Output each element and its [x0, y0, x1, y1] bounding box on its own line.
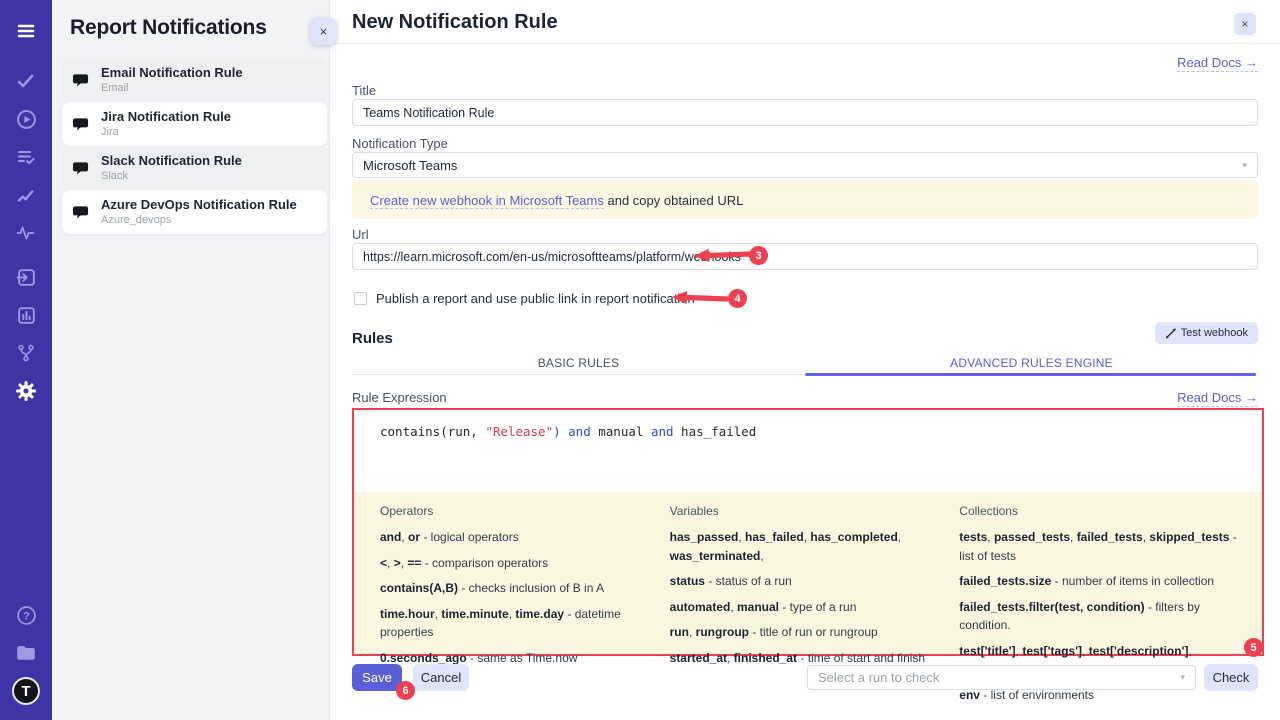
- list-item-email-rule[interactable]: Email Notification RuleEmail: [62, 58, 327, 102]
- gear-icon[interactable]: [0, 372, 52, 410]
- steps-icon[interactable]: [0, 176, 52, 214]
- rule-title: Slack Notification Rule: [101, 153, 242, 169]
- title-label: Title: [352, 83, 376, 98]
- help-line: failed_tests.size - number of items in c…: [959, 572, 1240, 591]
- notification-type-label: Notification Type: [352, 136, 448, 151]
- chevron-down-icon: ▾: [1180, 672, 1185, 683]
- publish-report-checkbox[interactable]: [354, 292, 367, 305]
- rule-subtitle: Jira: [101, 125, 231, 139]
- annotation-badge-5: 5: [1244, 638, 1263, 657]
- help-line: has_passed, has_failed, has_completed, w…: [670, 528, 938, 565]
- help-line: automated, manual - type of a run: [670, 598, 938, 617]
- new-notification-rule-dialog: New Notification Rule × Read Docs → Titl…: [330, 0, 1280, 720]
- run-to-check-select[interactable]: Select a run to check ▾: [807, 665, 1196, 690]
- tab-advanced-rules-engine[interactable]: ADVANCED RULES ENGINE: [805, 352, 1258, 374]
- annotation-badge-4: 4: [728, 289, 747, 308]
- list-item-jira-rule[interactable]: Jira Notification RuleJira: [62, 102, 327, 146]
- rule-expression-label: Rule Expression: [352, 390, 447, 405]
- help-column-title: Operators: [380, 504, 648, 518]
- list-check-icon[interactable]: [0, 138, 52, 176]
- annotated-rule-expression-box: contains(run, "Release") and manual and …: [352, 408, 1264, 656]
- url-label: Url: [352, 227, 369, 242]
- url-input[interactable]: [352, 243, 1258, 270]
- activity-icon[interactable]: [0, 214, 52, 252]
- notification-type-select[interactable]: Microsoft Teams ▾: [352, 152, 1258, 178]
- chevron-down-icon: ▾: [1242, 160, 1247, 171]
- help-column-collections: Collections tests, passed_tests, failed_…: [959, 504, 1240, 654]
- help-column-title: Variables: [670, 504, 938, 518]
- avatar-letter: T: [12, 677, 40, 705]
- help-line: contains(A,B) - checks inclusion of B in…: [380, 579, 648, 598]
- dialog-title: New Notification Rule: [352, 11, 558, 34]
- rule-title: Jira Notification Rule: [101, 109, 231, 125]
- bar-chart-icon[interactable]: [0, 296, 52, 334]
- help-line: failed_tests.filter(test, condition) - f…: [959, 598, 1240, 635]
- help-column-title: Collections: [959, 504, 1240, 518]
- help-line: status - status of a run: [670, 572, 938, 591]
- rule-title: Azure DevOps Notification Rule: [101, 197, 297, 213]
- rules-heading: Rules: [352, 330, 393, 347]
- report-notifications-panel: Report Notifications Email Notification …: [52, 0, 330, 720]
- publish-report-checkbox-row: Publish a report and use public link in …: [354, 291, 695, 306]
- notification-type-value: Microsoft Teams: [363, 158, 457, 173]
- play-circle-icon[interactable]: [0, 100, 52, 138]
- rule-subtitle: Azure_devops: [101, 213, 297, 227]
- dialog-header: New Notification Rule ×: [330, 0, 1280, 44]
- dialog-close-button[interactable]: ×: [1234, 13, 1256, 35]
- help-line: run, rungroup - title of run or rungroup: [670, 623, 938, 642]
- read-docs-link[interactable]: Read Docs →: [1177, 55, 1258, 70]
- banner-text: and copy obtained URL: [604, 193, 743, 208]
- branch-icon[interactable]: [0, 334, 52, 372]
- help-icon[interactable]: ?: [0, 596, 52, 634]
- chat-bubble-icon: [72, 116, 89, 133]
- create-webhook-link[interactable]: Create new webhook in Microsoft Teams: [370, 193, 604, 209]
- chat-bubble-icon: [72, 72, 89, 89]
- app-sidebar: ? T: [0, 0, 52, 720]
- import-icon[interactable]: [0, 258, 52, 296]
- check-icon[interactable]: [0, 62, 52, 100]
- annotation-arrow-3: [694, 246, 751, 264]
- webhook-info-banner: Create new webhook in Microsoft Teams an…: [352, 181, 1258, 219]
- check-button[interactable]: Check: [1204, 664, 1258, 691]
- help-column-variables: Variables has_passed, has_failed, has_co…: [670, 504, 938, 654]
- help-line: <, >, == - comparison operators: [380, 554, 648, 573]
- run-select-placeholder: Select a run to check: [818, 670, 939, 685]
- rule-title: Email Notification Rule: [101, 65, 243, 81]
- tab-basic-rules[interactable]: BASIC RULES: [352, 352, 805, 374]
- help-line: tests, passed_tests, failed_tests, skipp…: [959, 528, 1240, 565]
- menu-icon[interactable]: [0, 12, 52, 50]
- rule-expression-editor[interactable]: contains(run, "Release") and manual and …: [354, 410, 1262, 492]
- cancel-button[interactable]: Cancel: [413, 664, 469, 691]
- chat-bubble-icon: [72, 204, 89, 221]
- rules-tabs: BASIC RULES ADVANCED RULES ENGINE: [352, 352, 1258, 375]
- list-item-azure-devops-rule[interactable]: Azure DevOps Notification RuleAzure_devo…: [62, 190, 327, 234]
- avatar[interactable]: T: [0, 672, 52, 710]
- expression-read-docs-link[interactable]: Read Docs →: [1177, 390, 1258, 405]
- annotation-arrow-4: [672, 289, 729, 307]
- svg-text:?: ?: [23, 610, 30, 622]
- panel-title: Report Notifications: [70, 16, 267, 40]
- publish-report-label: Publish a report and use public link in …: [376, 291, 695, 306]
- help-column-operators: Operators and, or - logical operators <,…: [380, 504, 648, 654]
- rule-subtitle: Email: [101, 81, 243, 95]
- help-line: and, or - logical operators: [380, 528, 648, 547]
- help-line: time.hour, time.minute, time.day - datet…: [380, 605, 648, 642]
- title-input[interactable]: [352, 99, 1258, 126]
- list-item-slack-rule[interactable]: Slack Notification RuleSlack: [62, 146, 327, 190]
- annotation-badge-3: 3: [749, 246, 768, 265]
- webhook-test-icon: [1165, 328, 1176, 339]
- panel-close-button[interactable]: ×: [310, 18, 337, 45]
- folder-icon[interactable]: [0, 634, 52, 672]
- notification-rules-list: Email Notification RuleEmail Jira Notifi…: [62, 58, 327, 234]
- test-webhook-button[interactable]: Test webhook: [1155, 322, 1258, 344]
- annotation-badge-6: 6: [396, 681, 415, 700]
- save-button[interactable]: Save: [352, 664, 402, 691]
- test-webhook-label: Test webhook: [1181, 327, 1248, 339]
- chat-bubble-icon: [72, 160, 89, 177]
- rule-subtitle: Slack: [101, 169, 242, 183]
- expression-help-panel: Operators and, or - logical operators <,…: [354, 492, 1262, 654]
